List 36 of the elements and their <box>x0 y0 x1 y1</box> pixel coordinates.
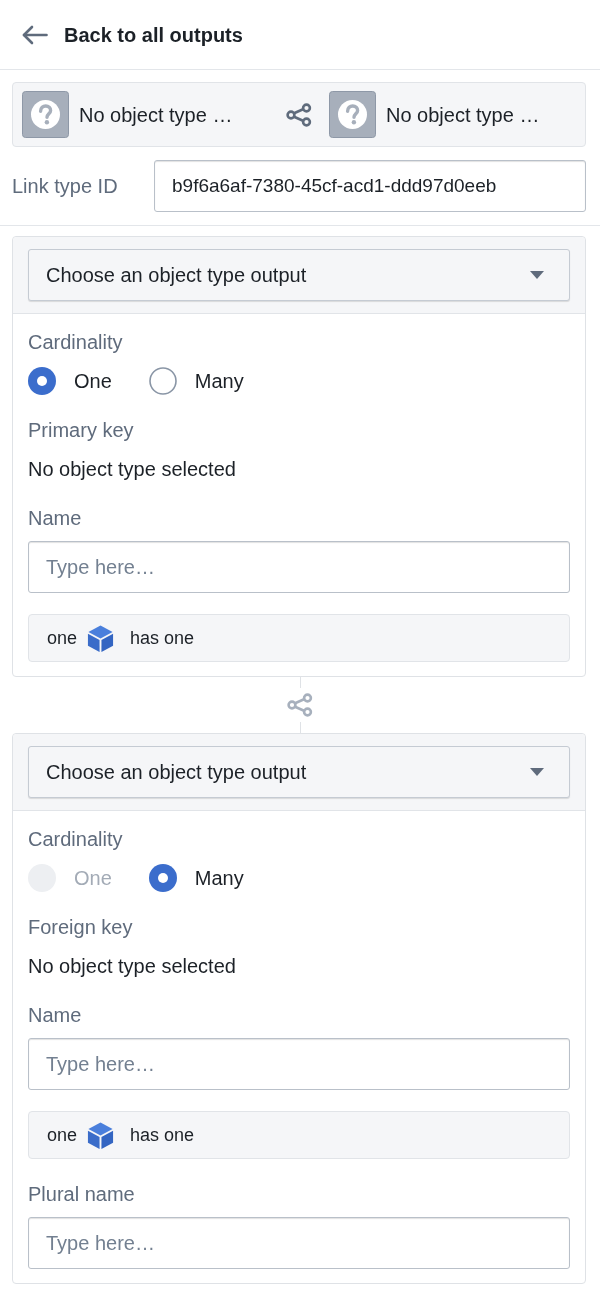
key-value-text: No object type selected <box>28 457 237 482</box>
connected-nodes-icon <box>287 693 313 717</box>
cube-icon <box>86 623 116 653</box>
cube-icon <box>86 1120 116 1150</box>
key-value-text: No object type selected <box>28 954 237 979</box>
summary-text: has one <box>130 626 195 650</box>
radio-option[interactable]: Many <box>148 864 244 892</box>
connected-nodes-icon <box>286 102 312 127</box>
summary-text: has one <box>130 1123 195 1147</box>
summary-text: one <box>47 1123 78 1147</box>
caret-icon <box>530 271 544 279</box>
radio-option: One <box>28 864 112 892</box>
object-type-select[interactable]: Choose an object type output <box>28 249 570 301</box>
back-button[interactable]: Back to all outputs <box>22 19 243 50</box>
object-type-label: No object type … <box>79 102 233 128</box>
field-label: Primary key <box>28 418 135 443</box>
radio-option[interactable]: One <box>28 367 112 395</box>
object-type-label: No object type … <box>386 102 540 128</box>
object-type-select[interactable]: Choose an object type output <box>28 746 570 798</box>
link-type-id-field[interactable]: b9f6a6af-7380-45cf-acd1-ddd97d0eeb <box>154 160 586 212</box>
field-label: Name <box>28 506 83 531</box>
field-label: Cardinality <box>28 827 124 852</box>
field-label: Cardinality <box>28 330 124 355</box>
caret-icon <box>530 768 544 776</box>
field-label: Foreign key <box>28 915 134 940</box>
field-label: Plural name <box>28 1182 136 1207</box>
summary-text: one <box>47 626 78 650</box>
field-label: Name <box>28 1003 83 1028</box>
text-field[interactable]: Type here… <box>28 1217 570 1269</box>
field-label: Link type ID <box>12 174 118 199</box>
back-arrow-icon <box>22 24 48 45</box>
question-mark-icon <box>329 91 376 138</box>
text-field[interactable]: Type here… <box>28 541 570 593</box>
text-field[interactable]: Type here… <box>28 1038 570 1090</box>
question-mark-icon <box>22 91 69 138</box>
radio-option[interactable]: Many <box>148 367 244 395</box>
